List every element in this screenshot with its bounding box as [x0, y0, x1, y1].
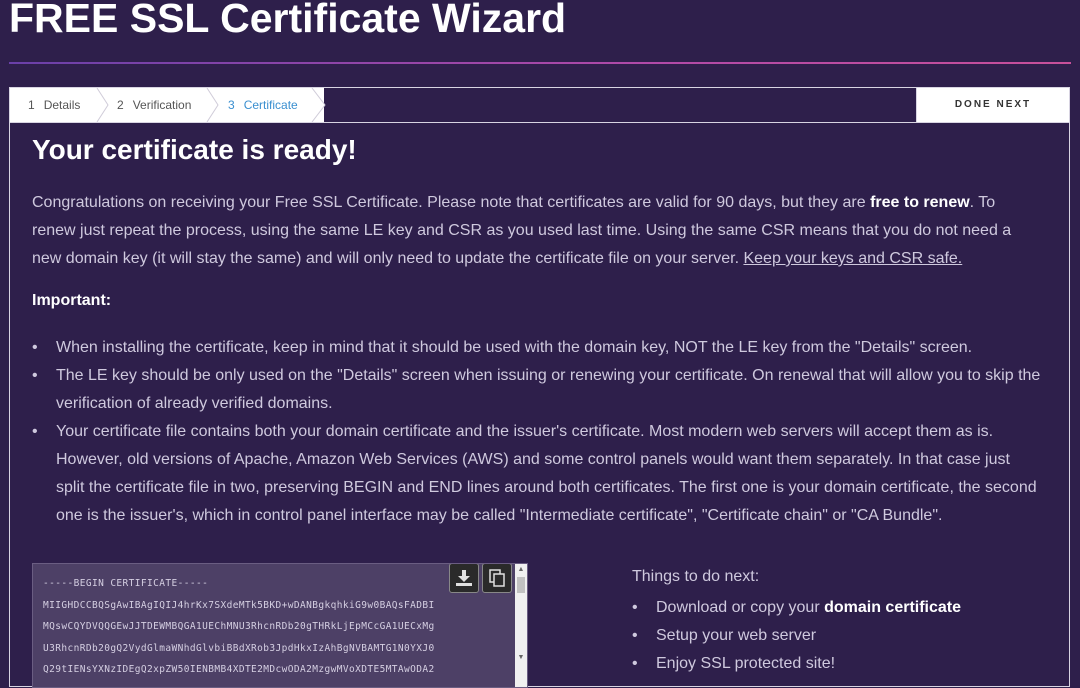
ready-heading: Your certificate is ready! [32, 134, 357, 165]
list-item: Your certificate file contains both your… [32, 418, 1042, 530]
intro-paragraph: Congratulations on receiving your Free S… [32, 189, 1042, 273]
step-verification[interactable]: 2 Verification [117, 88, 191, 122]
todo-bold-text: domain certificate [824, 599, 962, 616]
todo-text: Download or copy your [656, 599, 825, 616]
step-separator-icon [206, 88, 219, 122]
scroll-thumb[interactable] [517, 577, 525, 593]
step-separator-icon [96, 88, 109, 122]
certificate-text: -----BEGIN CERTIFICATE----- MIIGHDCCBQSg… [43, 578, 435, 675]
todo-list: Download or copy your domain certificate… [632, 594, 1052, 678]
list-item: The LE key should be only used on the "D… [32, 362, 1042, 418]
list-item: Download or copy your domain certificate [632, 594, 1052, 622]
certificate-scrollbar[interactable]: ▲ ▼ [515, 564, 527, 687]
wizard-steps: 1 Details 2 Verification 3 Certificate DONE… [10, 88, 1069, 123]
step-number: 2 [117, 98, 124, 112]
download-icon [456, 570, 472, 586]
intro-text: Congratulations on receiving your Free S… [32, 194, 871, 211]
todo-title: Things to do next: [632, 568, 760, 585]
todo-section: Things to do next: Download or copy your… [632, 566, 1052, 678]
wizard-panel: 1 Details 2 Verification 3 Certificate DONE… [9, 87, 1070, 688]
step-label: Verification [132, 98, 192, 112]
intro-bold-text: free to renew [870, 194, 970, 211]
step-number: 1 [28, 98, 35, 112]
step-details[interactable]: 1 Details [28, 88, 80, 122]
step-label: Certificate [243, 98, 298, 112]
list-item: When installing the certificate, keep in… [32, 334, 1042, 362]
scroll-down-icon[interactable]: ▼ [515, 652, 527, 664]
title-underline [9, 62, 1071, 64]
step-active-arrow-icon [310, 88, 326, 122]
step-certificate[interactable]: 3 Certificate [228, 88, 298, 122]
done-next-button[interactable]: DONE NEXT [916, 88, 1069, 122]
download-button[interactable] [449, 564, 479, 593]
important-notes-list: When installing the certificate, keep in… [32, 334, 1042, 530]
page-title: FREE SSL Certificate Wizard [9, 0, 567, 41]
certificate-textarea[interactable]: -----BEGIN CERTIFICATE----- MIIGHDCCBQSg… [32, 563, 528, 688]
scroll-up-icon[interactable]: ▲ [515, 564, 527, 576]
keys-safe-link[interactable]: Keep your keys and CSR safe. [743, 250, 962, 267]
copy-icon [489, 569, 505, 587]
copy-button[interactable] [482, 564, 512, 593]
list-item: Enjoy SSL protected site! [632, 650, 1052, 678]
important-heading: Important: [32, 292, 112, 309]
step-number: 3 [228, 98, 235, 112]
list-item: Setup your web server [632, 622, 1052, 650]
steps-spacer [324, 88, 916, 122]
step-label: Details [43, 98, 81, 112]
